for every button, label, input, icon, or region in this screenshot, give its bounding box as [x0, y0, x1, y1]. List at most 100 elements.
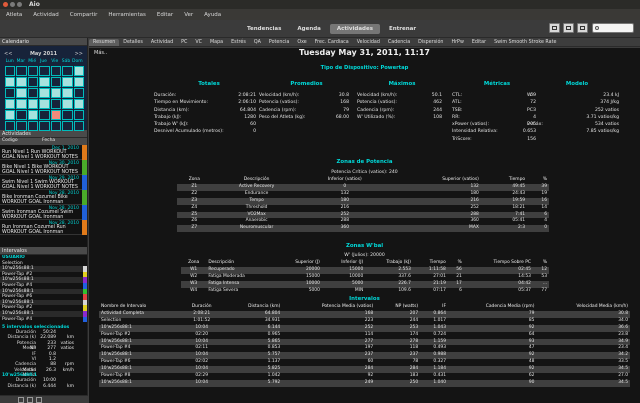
layout-toggle-icon[interactable]	[577, 23, 588, 33]
calendar-day-cell[interactable]	[73, 109, 84, 120]
menu-1[interactable]: Actividad	[33, 12, 59, 18]
calendar-day-cell[interactable]	[50, 120, 61, 131]
calendar-day-cell[interactable]	[4, 65, 15, 76]
calendar-day-cell[interactable]	[4, 87, 15, 98]
zonas_wbal-cell: 10000	[274, 280, 322, 288]
menu-4[interactable]: Editar	[157, 12, 173, 18]
calendar-day-cell[interactable]	[4, 76, 15, 87]
calendar-day-cell[interactable]	[62, 109, 73, 120]
calendar-day-cell[interactable]	[16, 98, 27, 109]
activity-row[interactable]: Nov 28, 2010 Swim Ironman Cozumel Swim WOR…	[0, 205, 87, 220]
menu-3[interactable]: Herramientas	[108, 12, 145, 18]
view-tab-1[interactable]: Agenda	[290, 24, 328, 34]
calendar-day-cell[interactable]	[73, 87, 84, 98]
calendar-day-cell[interactable]	[16, 87, 27, 98]
tab-16[interactable]: Swim Smooth Stroke Rate	[490, 40, 560, 45]
delete-icon[interactable]	[27, 396, 33, 403]
calendar-day-cell[interactable]	[50, 98, 61, 109]
activity-row[interactable]: Nov 28, 2010 Run Ironman Cozumel Run WORKO…	[0, 220, 87, 235]
tab-4[interactable]: VC	[191, 40, 206, 45]
calendar-day-cell[interactable]	[39, 65, 50, 76]
calendar-next-button[interactable]: >>	[75, 51, 83, 57]
calendar-day-cell[interactable]	[27, 65, 38, 76]
menu-2[interactable]: Compartir	[70, 12, 98, 18]
tab-1[interactable]: Detalles	[119, 40, 147, 45]
intervalos-row: 10'w256s88:1 10:04 5.792 249 250 1.040 90 34.5	[99, 379, 630, 387]
menu-6[interactable]: Ayuda	[204, 12, 221, 18]
calendar-day-cell[interactable]	[4, 120, 15, 131]
view-tab-2[interactable]: Actividades	[329, 24, 380, 34]
intervalos-cell: 207	[375, 310, 421, 318]
calendar-day-cell[interactable]	[16, 109, 27, 120]
calendar-day-cell[interactable]	[50, 87, 61, 98]
tab-2[interactable]: Actividad	[147, 40, 177, 45]
calendar-day-cell[interactable]	[62, 65, 73, 76]
zonas_potencia-cell: 216	[340, 204, 349, 210]
minimize-window-icon[interactable]	[10, 2, 15, 7]
calendar-day-cell[interactable]	[39, 87, 50, 98]
close-window-icon[interactable]	[3, 2, 8, 7]
calendar-prev-button[interactable]: <<	[4, 51, 12, 57]
interval-item[interactable]: Power-Tap #4	[0, 316, 87, 323]
calendar-day-cell[interactable]	[39, 109, 50, 120]
tab-6[interactable]: Estrés	[227, 40, 250, 45]
more-link[interactable]: Más..	[94, 50, 107, 56]
calendar-day-cell[interactable]	[16, 65, 27, 76]
calendar-day-cell[interactable]	[27, 76, 38, 87]
totales-value: 60	[250, 122, 256, 128]
calendar-day-cell[interactable]	[50, 76, 61, 87]
tab-15[interactable]: Editar	[468, 40, 490, 45]
view-tab-0[interactable]: Tendencias	[240, 24, 288, 34]
settings-icon[interactable]	[36, 396, 42, 403]
activity-row[interactable]: Dec 1, 2010 Run Nivel 1 Run WORKOUT GOAL N…	[0, 145, 87, 160]
tab-13[interactable]: Dispersión	[414, 40, 447, 45]
calendar-day-cell[interactable]	[4, 98, 15, 109]
calendar-day-cell[interactable]	[73, 76, 84, 87]
search-input[interactable]	[592, 23, 634, 33]
tab-7[interactable]: QA	[250, 40, 265, 45]
calendar-day-cell[interactable]	[27, 120, 38, 131]
calendar-day-cell[interactable]	[16, 76, 27, 87]
tab-14[interactable]: HrPw	[447, 40, 467, 45]
maximize-window-icon[interactable]	[17, 2, 22, 7]
tab-8[interactable]: Potencia	[265, 40, 293, 45]
calendar-day-cell[interactable]	[27, 98, 38, 109]
tab-9[interactable]: Oxe	[293, 40, 310, 45]
activity-row[interactable]: Nov 29, 2010 Swim Nivel 1 Swim WORKOUT GOA…	[0, 175, 87, 190]
calendar-day-cell[interactable]	[39, 76, 50, 87]
sidebar-toggle-icon[interactable]	[549, 23, 560, 33]
view-tab-3[interactable]: Entrenar	[382, 24, 423, 34]
modelo-value: 374 J/kg	[600, 100, 619, 106]
calendar-day-cell[interactable]	[27, 109, 38, 120]
interval-label: Power-Tap #6	[2, 294, 33, 300]
tab-0[interactable]: Resumen	[89, 38, 120, 46]
add-icon[interactable]	[18, 396, 24, 403]
menu-0[interactable]: Atleta	[6, 12, 22, 18]
calendar-day-cell[interactable]	[4, 109, 15, 120]
tab-12[interactable]: Cadencia	[384, 40, 414, 45]
calendar-day-cell[interactable]	[62, 98, 73, 109]
calendar-day-cell[interactable]	[39, 120, 50, 131]
tab-3[interactable]: PC	[177, 40, 191, 45]
activities-col-code[interactable]: Codigo	[2, 138, 42, 145]
calendar-day-cell[interactable]	[73, 98, 84, 109]
menu-5[interactable]: Ver	[184, 12, 193, 18]
tab-11[interactable]: Velocidad	[353, 40, 384, 45]
activity-row[interactable]: Nov 28, 2010 Bike Ironman Cozumel Bike WOR…	[0, 190, 87, 205]
calendar-day-cell[interactable]	[62, 120, 73, 131]
calendar-day-cell[interactable]	[27, 87, 38, 98]
bottom-panel-toggle-icon[interactable]	[563, 23, 574, 33]
calendar-day-cell[interactable]	[50, 109, 61, 120]
calendar-day-cell[interactable]	[50, 65, 61, 76]
zonas_wbal-cell: 05:37	[518, 287, 531, 293]
calendar-day-cell[interactable]	[16, 120, 27, 131]
tab-10[interactable]: Frec. Cardiaca	[311, 40, 353, 45]
calendar-day-cell[interactable]	[62, 76, 73, 87]
tab-5[interactable]: Mapa	[206, 40, 227, 45]
calendar-day-cell[interactable]	[73, 65, 84, 76]
calendar-day-cell[interactable]	[39, 98, 50, 109]
activities-col-date[interactable]: Fecha	[42, 138, 55, 145]
activity-row[interactable]: Nov 30, 2010 Bike Nivel 1 Bike WORKOUT GOA…	[0, 160, 87, 175]
calendar-day-cell[interactable]	[62, 87, 73, 98]
calendar-day-cell[interactable]	[73, 120, 84, 131]
